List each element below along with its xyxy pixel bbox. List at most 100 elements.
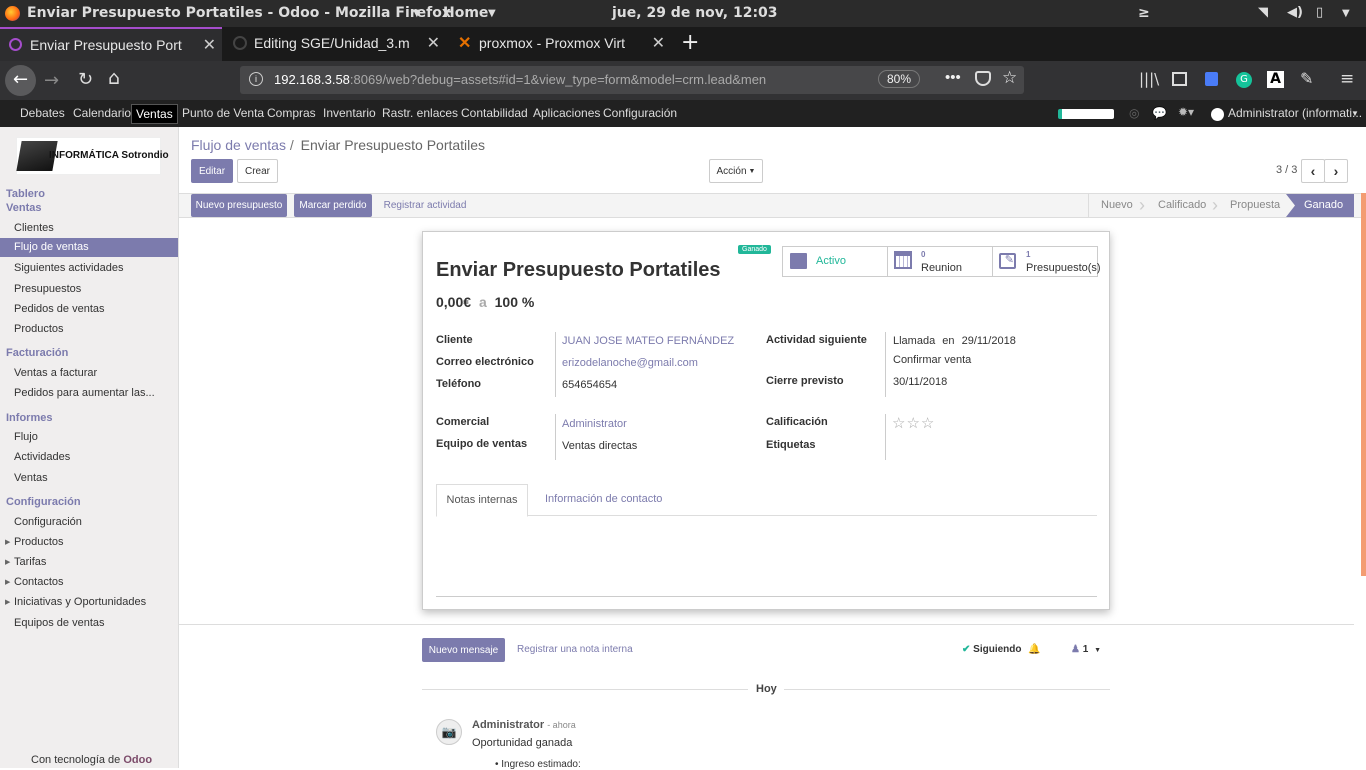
gnome-extension-icon[interactable]: ✎ [1300,69,1313,88]
following-button[interactable]: ✔ Siguiendo 🔔 [962,644,1041,655]
create-button[interactable]: Crear [237,159,278,183]
odoo-link[interactable]: Odoo [123,754,152,766]
clock[interactable]: jue, 29 de nov, 12:03 [612,5,778,21]
schedule-activity-button[interactable]: Registrar actividad [379,194,471,217]
browser-tab[interactable]: Editing SGE/Unidad_3.m ✕ [224,27,446,61]
chevron-down-icon[interactable]: ▼ [488,8,496,19]
sidebar-item-productos[interactable]: Productos [14,323,64,335]
wifi-icon[interactable]: ◥ [1258,5,1268,20]
menu-punto-de-venta[interactable]: Punto de Venta [182,106,264,120]
sidebar-item-flujo-de-ventas[interactable]: Flujo de ventas [0,238,178,257]
user-menu[interactable]: Administrator (informati... [1228,106,1362,120]
stage-propuesta[interactable]: Propuesta [1230,194,1280,217]
pager-next-button[interactable]: › [1324,159,1348,183]
stage-calificado[interactable]: Calificado [1158,194,1206,217]
sidebar-item-tarifas[interactable]: Tarifas [14,556,46,568]
close-icon[interactable]: ✕ [427,33,440,53]
chevron-down-icon[interactable]: ▼ [1342,8,1350,19]
sidebar-item-pedidos-para-aumentar[interactable]: Pedidos para aumentar las... [14,387,155,399]
font-extension-icon[interactable]: A [1267,71,1284,88]
menu-aplicaciones[interactable]: Aplicaciones [533,106,600,120]
forward-icon[interactable]: → [44,70,59,91]
pocket-icon[interactable] [975,71,991,86]
volume-icon[interactable]: ◀) [1287,5,1303,20]
avatar[interactable]: 📷 [436,719,462,745]
debug-icon[interactable]: ◎ [1129,106,1139,120]
active-toggle-button[interactable]: Activo [782,246,888,277]
menu-configuracion[interactable]: Configuración [603,106,677,120]
star-icon[interactable]: ☆ [906,415,920,432]
star-icon[interactable]: ☆ [921,415,935,432]
hamburger-menu-icon[interactable]: ≡ [1340,69,1354,89]
sidebar-item-pedidos-de-ventas[interactable]: Pedidos de ventas [14,303,105,315]
sidebar-item-configuracion[interactable]: Configuración [14,516,82,528]
bookmark-star-icon[interactable]: ☆ [1002,68,1017,88]
menu-inventario[interactable]: Inventario [323,106,376,120]
sidebar-item-equipos-de-ventas[interactable]: Equipos de ventas [14,617,105,629]
new-quote-button[interactable]: Nuevo presupuesto [191,194,287,217]
sidebar-item-clientes[interactable]: Clientes [14,222,54,234]
sidebar-item-iniciativas[interactable]: Iniciativas y Oportunidades [14,596,146,608]
zoom-level[interactable]: 80% [878,70,921,88]
quotations-button[interactable]: ✎ 1 Presupuesto(s) [992,246,1101,277]
info-icon[interactable]: i [249,72,263,86]
avatar[interactable] [1211,108,1224,121]
mark-lost-button[interactable]: Marcar perdido [294,194,372,217]
pager-value[interactable]: 3 / 3 [1276,164,1297,176]
page-actions-icon[interactable]: ••• [945,69,961,86]
home-menu[interactable]: Home [443,5,488,21]
menu-compras[interactable]: Compras [267,106,316,120]
menu-calendario[interactable]: Calendario [73,106,131,120]
caret-right-icon[interactable]: ▶ [5,598,10,606]
chevron-down-icon[interactable]: ▼ [1351,109,1359,118]
salesperson-link[interactable]: Administrator [562,418,627,430]
company-logo[interactable]: INFORMÁTICA Sotrondio [16,137,169,175]
sidebar-item-contactos[interactable]: Contactos [14,576,64,588]
phone-value[interactable]: 654654654 [562,379,617,391]
menu-ventas[interactable]: Ventas [131,104,178,124]
close-icon[interactable]: ✕ [652,33,665,53]
sidebar-item-presupuestos[interactable]: Presupuestos [14,283,81,295]
sidebar-item-siguientes-actividades[interactable]: Siguientes actividades [14,262,123,274]
notes-editor[interactable] [436,519,1097,597]
followers-button[interactable]: ♟ 1 ▼ [1071,644,1101,655]
new-message-button[interactable]: Nuevo mensaje [422,638,505,662]
sidebar-item-ventas-a-facturar[interactable]: Ventas a facturar [14,367,97,379]
grammarly-icon[interactable]: G [1236,72,1252,88]
meetings-button[interactable]: 0 Reunion [887,246,993,277]
home-icon[interactable]: ⌂ [108,67,120,89]
sidebar-item-ventas[interactable]: Ventas [14,472,48,484]
battery-icon[interactable]: ▯ [1316,5,1323,20]
bug-icon[interactable]: ✹▾ [1178,105,1194,119]
sidebar-item-productos-config[interactable]: Productos [14,536,64,548]
next-activity-summary[interactable]: Confirmar venta [893,354,971,366]
reload-icon[interactable]: ↻ [78,69,93,90]
library-icon[interactable]: |||\ [1139,70,1159,88]
back-icon[interactable]: ← [5,65,36,96]
menu-debates[interactable]: Debates [20,106,65,120]
caret-right-icon[interactable]: ▶ [5,578,10,586]
customer-link[interactable]: JUAN JOSE MATEO FERNÁNDEZ [562,335,734,347]
action-dropdown[interactable]: Acción ▼ [709,159,763,183]
terminal-icon[interactable]: ≥ [1138,5,1150,21]
chat-icon[interactable]: 💬 [1152,106,1167,120]
url-bar[interactable]: i 192.168.3.58:8069/web?debug=assets#id=… [240,66,1024,94]
caret-right-icon[interactable]: ▶ [5,538,10,546]
log-note-button[interactable]: Registrar una nota interna [517,644,633,655]
sidebar-item-actividades[interactable]: Actividades [14,451,70,463]
url-text[interactable]: 192.168.3.58:8069/web?debug=assets#id=1&… [274,72,844,87]
caret-right-icon[interactable]: ▶ [5,558,10,566]
browser-tab[interactable]: ✕ proxmox - Proxmox Virt ✕ [449,27,671,61]
menu-rastr-enlaces[interactable]: Rastr. enlaces [382,106,458,120]
pager-previous-button[interactable]: ‹ [1301,159,1325,183]
chevron-down-icon[interactable]: ▼ [413,8,421,19]
breadcrumb-parent[interactable]: Flujo de ventas [191,137,286,153]
stage-nuevo[interactable]: Nuevo [1101,194,1133,217]
sidebar-item-flujo[interactable]: Flujo [14,431,38,443]
stage-ganado-active[interactable]: Ganado [1286,194,1354,217]
window-title[interactable]: Enviar Presupuesto Portatiles - Odoo - M… [27,5,451,21]
sidebar-icon[interactable] [1172,72,1187,86]
menu-contabilidad[interactable]: Contabilidad [461,106,528,120]
lock-extension-icon[interactable] [1205,72,1218,86]
email-link[interactable]: erizodelanoche@gmail.com [562,357,698,369]
